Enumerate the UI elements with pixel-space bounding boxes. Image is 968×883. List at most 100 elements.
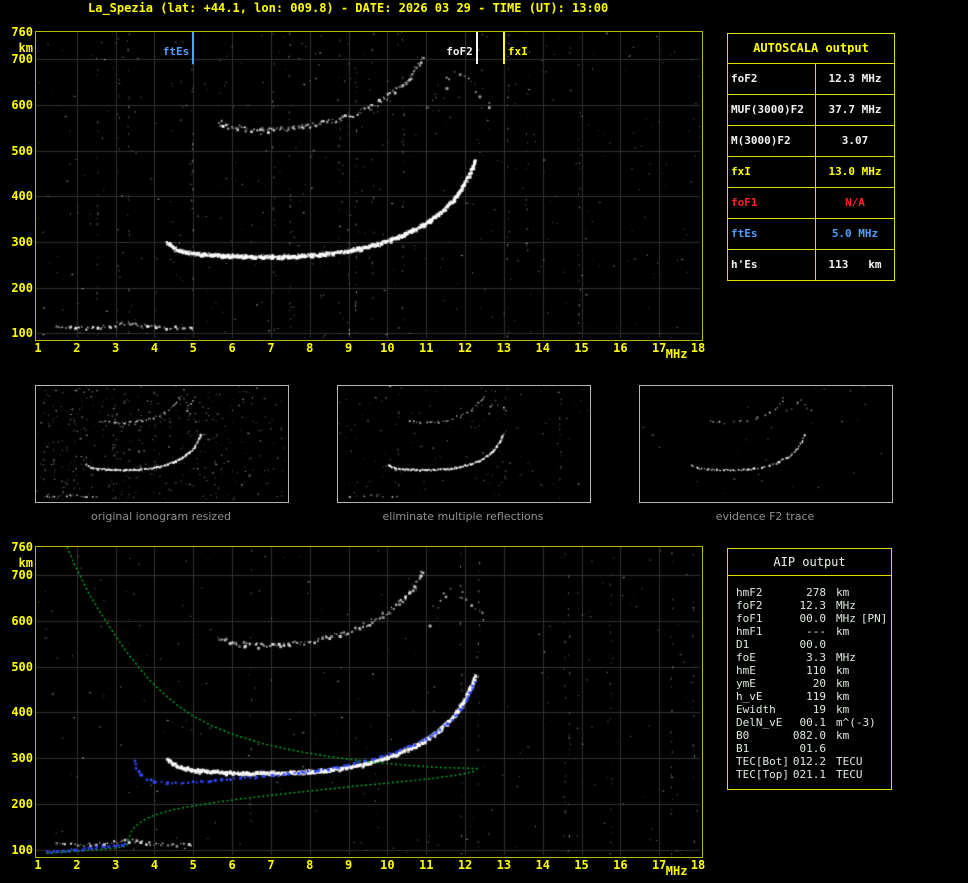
y-axis-label: 100 — [11, 326, 33, 341]
autoscala-rows: foF2 12.3 MHz MUF(3000)F2 37.7 MHz M(3000)F2… — [728, 64, 894, 280]
autoscala-row-label: fxI — [728, 157, 816, 187]
panel-original-frame — [35, 385, 289, 503]
autoscala-row-value: 12.3 MHz — [828, 72, 882, 85]
aip-row-label: B0 — [736, 729, 750, 742]
aip-row-foF2: foF2 12.3 MHz — [736, 599, 889, 612]
x-axis-label: 2 — [73, 858, 81, 872]
y-axis-label: 760 — [11, 540, 33, 554]
x-axis-label: 3 — [112, 858, 120, 872]
x-axis-label: 8 — [306, 341, 314, 355]
x-axis-label: 13 — [496, 858, 512, 872]
marker-line-fxI — [502, 32, 505, 64]
autoscala-row-value: N/A — [845, 196, 865, 209]
aip-output-panel: AIP output hmF2 278 km foF2 12.3 MHz foF1 00.0 M… — [727, 548, 892, 790]
x-axis-label: 9 — [344, 858, 353, 872]
aip-row-unit: km — [836, 677, 850, 690]
y-axis-unit: km — [18, 41, 33, 55]
autoscala-row-h'Es: h'Es 113 km — [728, 250, 894, 280]
x-axis-label: 4 — [150, 858, 159, 872]
aip-row-value: 00.0 — [799, 612, 827, 625]
autoscala-row-foF1: foF1 N/A — [728, 188, 894, 219]
panel-evidence-frame — [639, 385, 893, 503]
marker-line-ftEs — [192, 32, 195, 64]
autoscala-row-value: 113 km — [828, 258, 882, 271]
aip-row-unit: km — [836, 664, 850, 677]
aip-row-label: hmF2 — [736, 586, 763, 599]
profile-plot: 760 700 600 500 400 300 200 100 km 1 2 3 4 5 6 7 8 9 10 11 1… — [11, 541, 705, 877]
aip-row-hmF1: hmF1 --- km — [736, 625, 889, 638]
panel-eliminate-canvas — [338, 386, 588, 500]
aip-row-label: TEC[Top] — [736, 768, 789, 781]
panel-eliminate-caption: eliminate multiple reflections — [382, 510, 544, 523]
aip-row-B0: B0 082.0 km — [736, 729, 889, 742]
aip-row-value: 12.3 — [799, 599, 827, 612]
ionogram-plot: 760 700 600 500 400 300 200 100 km 1 2 3 4 5 6 7 8 9 10 11 1… — [11, 26, 705, 360]
autoscala-row-value: 3.07 — [841, 134, 869, 147]
aip-row-label: ymE — [736, 677, 756, 690]
aip-row-value: --- — [806, 625, 826, 638]
aip-row-label: foF1 — [736, 612, 763, 625]
aip-row-label: foF2 — [736, 599, 763, 612]
profile-canvas — [36, 547, 700, 855]
aip-row-Ewidth: Ewidth 19 km — [736, 703, 889, 716]
x-axis-label: 17 — [651, 341, 667, 355]
autoscala-row-label: ftEs — [728, 219, 816, 249]
x-axis-label: 7 — [267, 858, 275, 872]
x-axis-label: 17 — [651, 858, 667, 872]
x-axis-label: 5 — [189, 341, 197, 355]
x-axis-unit: MHz — [665, 864, 688, 878]
aip-row-label: DelN_vE — [736, 716, 783, 729]
y-axis-label: 200 — [11, 280, 33, 295]
aip-row-unit: TECU — [836, 755, 863, 768]
ionogram-canvas — [36, 32, 700, 338]
y-axis-label: 600 — [11, 98, 33, 113]
aip-row-value: 01.6 — [799, 742, 827, 755]
panel-original-canvas — [36, 386, 286, 500]
x-axis-label: 6 — [228, 858, 236, 872]
autoscala-row-value: 13.0 MHz — [828, 165, 882, 178]
x-axis-label: 8 — [306, 858, 314, 872]
aip-row-value: 012.2 — [792, 755, 826, 768]
aip-row-value: 00.0 — [799, 638, 827, 651]
y-axis-label: 760 — [11, 25, 33, 39]
x-axis-label: 3 — [112, 341, 120, 355]
x-axis-label: 18 — [690, 858, 706, 872]
aip-row-value: 110 — [806, 664, 826, 677]
x-axis-label: 15 — [574, 858, 589, 872]
aip-row-value: 3.3 — [806, 651, 826, 664]
x-axis-label: 1 — [34, 341, 42, 355]
autoscala-output-panel: AUTOSCALA output foF2 12.3 MHz MUF(3000)F2… — [727, 33, 895, 281]
y-axis-label: 200 — [11, 797, 33, 812]
aip-row-label: hmF1 — [736, 625, 763, 638]
x-axis-label: 7 — [267, 341, 275, 355]
marker-label-foF2: foF2 — [446, 45, 473, 58]
x-axis-label: 10 — [380, 858, 395, 872]
aip-row-DelN_vE: DelN_vE 00.1 m^(-3) — [736, 716, 889, 729]
autoscala-row-label: MUF(3000)F2 — [728, 95, 816, 125]
aip-row-unit: km — [836, 586, 850, 599]
autoscala-header: AUTOSCALA output — [728, 34, 894, 64]
y-axis-label: 500 — [11, 659, 33, 674]
autoscala-row-label: h'Es — [728, 250, 816, 280]
panel-original-ionogram: original ionogram resized — [35, 385, 289, 523]
aip-row-note: [PN] — [860, 612, 888, 625]
aip-row-unit: km — [836, 625, 850, 638]
aip-row-hmF2: hmF2 278 km — [736, 586, 889, 599]
x-axis-label: 14 — [535, 341, 550, 355]
y-axis-label: 600 — [11, 613, 33, 628]
aip-row-foE: foE 3.3 MHz — [736, 651, 889, 664]
aip-row-unit: km — [836, 703, 850, 716]
y-axis-label: 700 — [11, 52, 33, 67]
x-axis-label: 6 — [228, 341, 236, 355]
x-axis-label: 11 — [419, 341, 434, 355]
aip-row-value: 119 — [806, 690, 826, 703]
y-axis-label: 300 — [11, 235, 33, 250]
aip-row-unit: TECU — [836, 768, 863, 781]
autoscala-row-label: foF1 — [728, 188, 816, 218]
aip-row-unit: MHz — [836, 612, 856, 625]
autoscala-row-value: 37.7 MHz — [828, 103, 882, 116]
y-axis-unit: km — [18, 556, 33, 570]
aip-row-unit: MHz — [836, 599, 856, 612]
autoscala-row-MUF(3000)F2: MUF(3000)F2 37.7 MHz — [728, 95, 894, 126]
autoscala-row-M(3000)F2: M(3000)F2 3.07 — [728, 126, 894, 157]
